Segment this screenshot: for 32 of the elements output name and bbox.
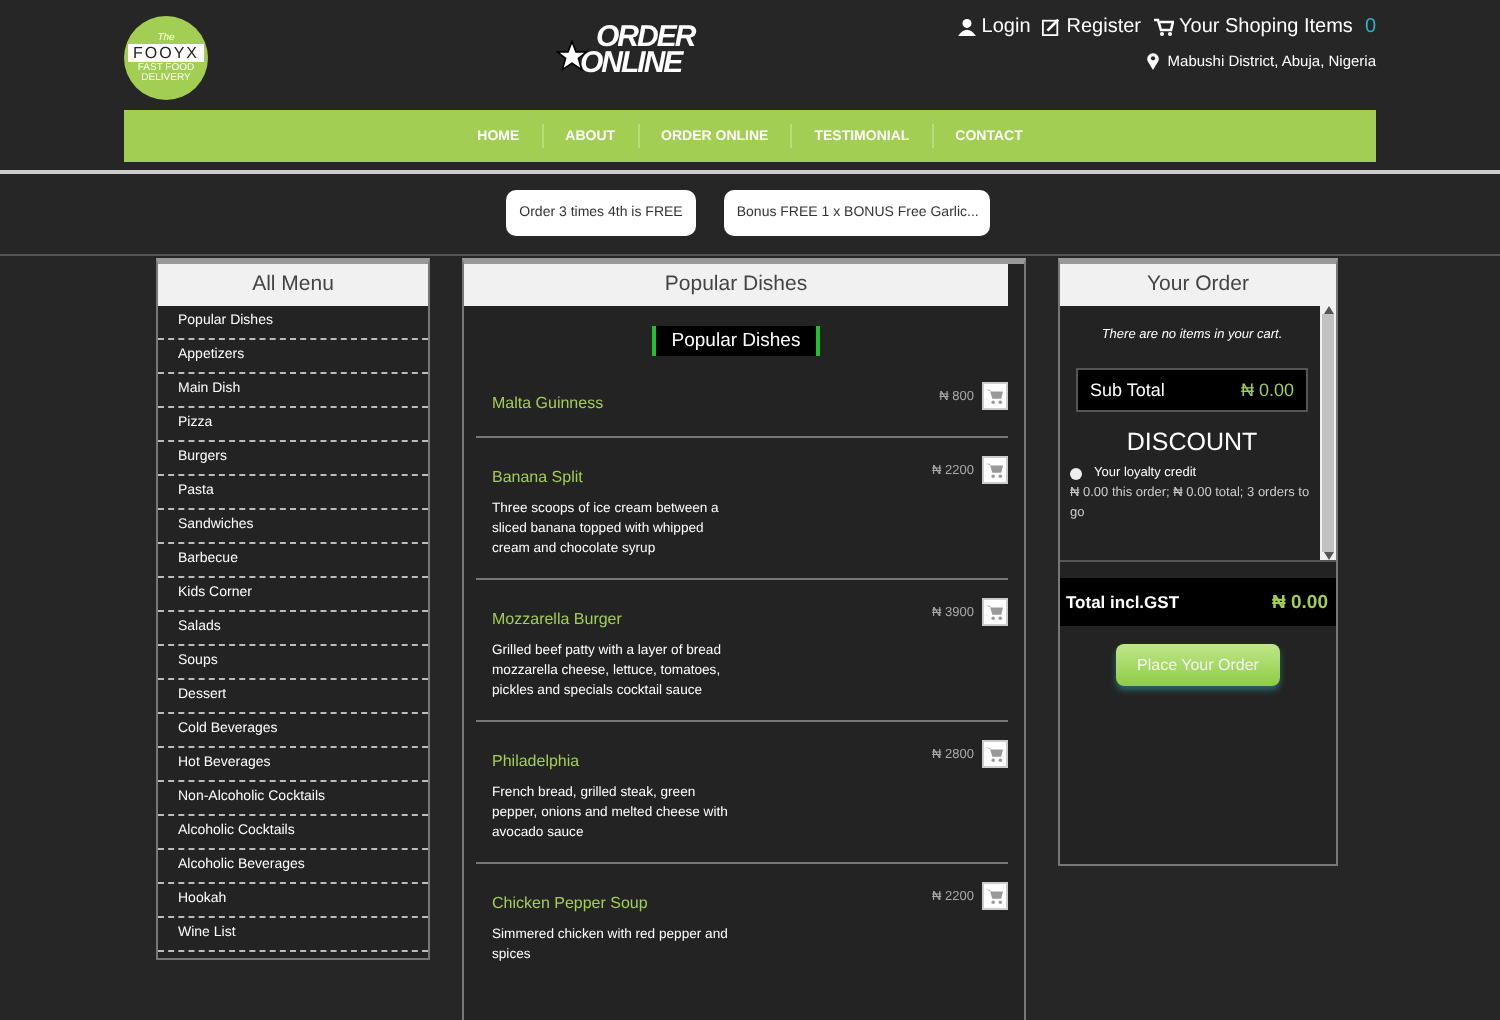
panel-header: All Menu xyxy=(158,264,428,306)
brand-logo-text: ONLINE xyxy=(580,50,684,76)
cart-link[interactable]: Your Shoping Items xyxy=(1179,16,1353,38)
subtotal-label: Sub Total xyxy=(1090,380,1165,400)
loyalty-radio[interactable] xyxy=(1070,467,1082,479)
location-pin-icon xyxy=(1145,52,1160,70)
edit-icon xyxy=(1042,18,1061,36)
login-link[interactable]: Login xyxy=(981,16,1031,38)
register-link[interactable]: Register xyxy=(1066,16,1142,38)
dish-name: Malta Guinness xyxy=(492,394,604,412)
add-to-cart-button[interactable] xyxy=(982,382,1008,410)
user-icon xyxy=(957,18,976,36)
dish-name: Philadelphia xyxy=(492,752,580,770)
section-heading: Popular Dishes xyxy=(651,326,821,356)
subtotal-value: ₦ 0.00 xyxy=(1240,380,1294,400)
add-to-cart-button[interactable] xyxy=(982,456,1008,484)
add-to-cart-button[interactable] xyxy=(982,598,1008,626)
scrollbar[interactable] xyxy=(1320,306,1336,560)
add-to-cart-button[interactable] xyxy=(982,740,1008,768)
cart-icon xyxy=(1153,18,1174,36)
panel-header: Your Order xyxy=(1060,264,1336,306)
dish-name: Banana Split xyxy=(492,468,583,486)
add-to-cart-button[interactable] xyxy=(982,882,1008,910)
logo-name: FOOYX xyxy=(128,44,203,62)
total-value: ₦ 0.00 xyxy=(1272,592,1328,614)
total-label: Total incl.GST xyxy=(1066,592,1180,614)
cart-count: 0 xyxy=(1364,16,1376,38)
dish-name: Chicken Pepper Soup xyxy=(492,894,648,912)
panel-header: Popular Dishes xyxy=(464,264,1008,306)
discount-heading: DISCOUNT xyxy=(1124,428,1260,456)
brand-logo-text: ORDER xyxy=(596,24,695,50)
dish-name: Mozzarella Burger xyxy=(492,610,622,628)
